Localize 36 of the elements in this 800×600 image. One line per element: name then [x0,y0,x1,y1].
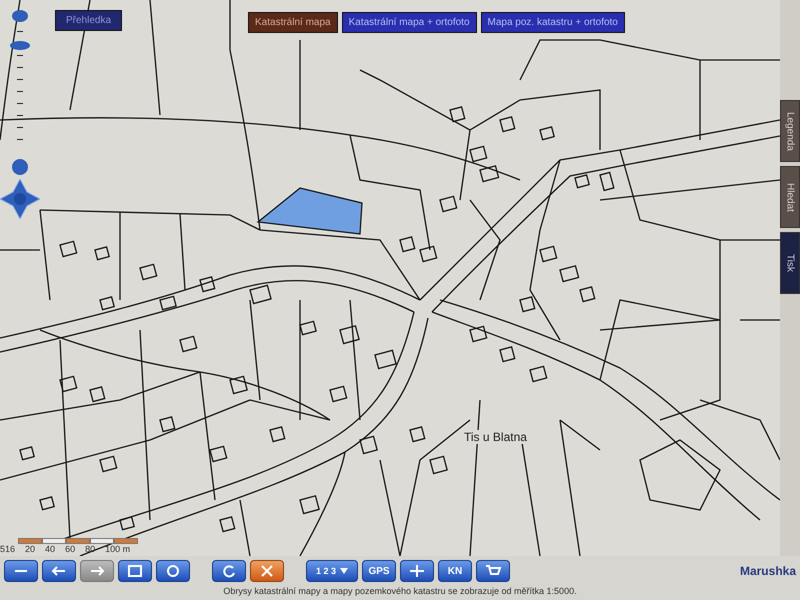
zoom-out-icon[interactable] [12,159,28,175]
footer-note: Obrysy katastrální mapy a mapy pozemkového katastru se zobrazuje od měřítka 1:5000. [223,586,577,598]
scale-label: 100 m [105,544,130,554]
side-tab[interactable]: Legenda [780,100,800,162]
crosshair-icon [407,564,427,578]
refresh-button[interactable] [212,560,246,582]
map-layer-tab[interactable]: Katastrální mapa [248,12,338,33]
brand-logo-text: Marushka [740,564,796,578]
frame-button[interactable] [118,560,152,582]
toolbar-button[interactable]: KN [438,560,472,582]
scale-label: 80 [85,544,96,554]
cart-icon [483,564,503,578]
scale-label: 516 [0,544,16,554]
square-icon [125,564,145,578]
left-arrow-button[interactable] [42,560,76,582]
overview-button[interactable]: Přehledka [55,10,122,31]
caret-icon [340,568,348,574]
scale-button[interactable]: 1 2 3 [306,560,358,582]
highlighted-parcel[interactable] [256,187,363,235]
zoom-slider-thumb[interactable] [10,41,30,50]
scale-label: 20 [25,544,36,554]
pan-control-icon[interactable] [0,179,40,219]
side-tab[interactable]: Tisk [780,232,800,294]
side-tab[interactable]: Hledat [780,166,800,228]
scale-label: 60 [65,544,76,554]
map-layer-tab[interactable]: Katastrální mapa + ortofoto [342,12,477,33]
place-label: Tis u Blatna [462,430,529,444]
target-button[interactable] [400,560,434,582]
zoom-in-icon[interactable] [12,10,28,22]
cart-button[interactable] [476,560,510,582]
minus-button[interactable] [4,560,38,582]
close-button[interactable] [250,560,284,582]
toolbar-button[interactable]: GPS [362,560,396,582]
globe-button[interactable] [156,560,190,582]
map-layer-tab[interactable]: Mapa poz. katastru + ortofoto [480,12,625,33]
scale-label: 40 [45,544,56,554]
